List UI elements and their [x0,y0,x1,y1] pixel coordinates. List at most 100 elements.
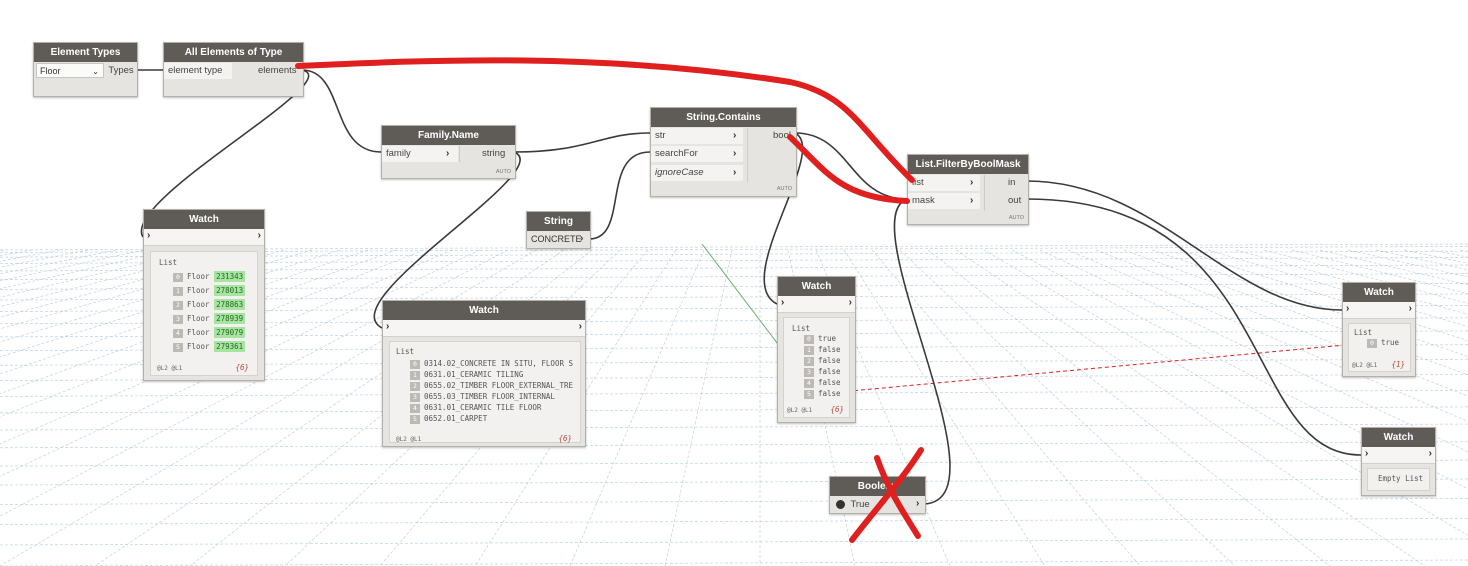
divider [747,128,748,182]
list-item: 5 false [804,387,841,400]
node-title: Watch [778,277,855,296]
port-label: searchFor [655,148,698,159]
chevron-down-icon: ⌄ [92,67,99,76]
port-label: string [482,148,506,159]
element-types-node[interactable]: Element Types Floor ⌄ Types [33,42,138,97]
string-contains-node[interactable]: String.Contains str › searchFor › ignore… [650,107,797,197]
list-item: 3 Floor 278939 [173,312,246,325]
output-port-elements[interactable]: elements [258,63,302,79]
list-levels: @L2 @L1 [157,365,183,372]
item-count: {6} [235,363,249,372]
output-port-types[interactable]: Types [106,63,136,79]
watch-output-panel: List 0 Floor 231343 1 Floor 278013 2 Floor … [150,251,258,376]
arrow-right-icon: › [578,321,582,332]
input-port-searchfor[interactable]: searchFor › [651,146,743,162]
arrow-right-icon: › [1408,303,1412,314]
output-port-bool[interactable]: bool [773,128,795,144]
arrow-right-icon: › [446,148,450,159]
boolean-true-radio[interactable]: True [836,497,896,513]
port-label: mask [912,195,935,206]
element-type-dropdown[interactable]: Floor ⌄ [36,63,104,78]
string-node[interactable]: String CONCRETE › [526,211,591,249]
list-levels: @L2 @L1 [787,407,813,414]
node-title: List.FilterByBoolMask [908,155,1028,174]
arrow-right-icon: › [848,297,852,308]
watch-footer: @L2 @L1 {1} [1352,359,1407,369]
list-filter-by-bool-mask-node[interactable]: List.FilterByBoolMask list › mask › in o… [907,154,1029,225]
divider [984,175,985,211]
port-label: list [912,177,924,188]
lacing-label: AUTO [776,186,792,192]
port-label: str [655,130,666,141]
port-label: family [386,148,411,159]
watch-output-panel: Empty List [1367,468,1430,491]
arrow-right-icon: › [733,148,737,159]
input-port-element-type[interactable]: element type [164,63,232,79]
boolean-node[interactable]: Boolean True › [829,476,926,514]
watch-node-bool-results[interactable]: Watch › › List 0 true 1 false 2 false 3 fals… [777,276,856,423]
node-title: All Elements of Type [164,43,303,62]
watch-port-bar[interactable]: › › [1343,302,1415,319]
node-title: Watch [1362,428,1435,447]
input-port-str[interactable]: str › [651,128,743,144]
output-port-string[interactable]: string [482,146,514,162]
watch-port-bar[interactable]: › › [1362,447,1435,464]
watch-output-panel: List 0 true 1 false 2 false 3 false 4 false 5… [783,317,850,418]
watch-node-family-names[interactable]: Watch › › List 0 0314.02_CONCRETE IN SITU… [382,300,586,447]
node-title: String [527,212,590,231]
input-port-family[interactable]: family › [382,146,458,162]
arrow-right-icon: › [1365,448,1369,459]
arrow-right-icon: › [257,230,261,241]
string-value: CONCRETE [531,234,582,244]
lacing-label: AUTO [495,169,511,175]
arrow-right-icon: › [733,167,737,178]
arrow-right-icon: › [1346,303,1350,314]
lacing-label: AUTO [1008,215,1024,221]
boolean-value: True [850,499,870,510]
watch-footer: @L2 @L1 {6} [396,433,574,443]
port-label: ignoreCase [655,167,704,178]
watch-node-element-ids[interactable]: Watch › › List 0 Floor 231343 1 Floor 2780… [143,209,265,381]
watch-footer: @L2 @L1 {6} [157,362,251,372]
arrow-right-icon: › [970,195,974,206]
node-title: Watch [383,301,585,320]
arrow-right-icon: › [147,230,151,241]
input-port-mask[interactable]: mask › [908,193,980,209]
list-item: 5 Floor 279361 [173,340,246,353]
port-label: in [1008,177,1016,188]
output-port-out[interactable]: out [1008,193,1026,209]
node-title: Family.Name [382,126,515,145]
list-item: 2 Floor 278863 [173,298,246,311]
dropdown-value: Floor [40,66,61,76]
list-header: List [159,258,178,267]
family-name-node[interactable]: Family.Name family › string AUTO [381,125,516,179]
port-label: bool [773,130,791,141]
watch-node-filter-in[interactable]: Watch › › List 0 true @L2 @L1 {1} [1342,282,1416,377]
list-item: 0 Floor 231343 [173,270,246,283]
list-item: 4 Floor 279079 [173,326,246,339]
watch-output-panel: List 0 true @L2 @L1 {1} [1348,323,1411,372]
input-port-ignorecase[interactable]: ignoreCase › [651,165,743,181]
input-port-list[interactable]: list › [908,175,980,191]
list-levels: @L2 @L1 [396,436,422,443]
port-label: element type [168,65,223,76]
arrow-right-icon: › [386,321,390,332]
list-item: 1 Floor 278013 [173,284,246,297]
watch-node-filter-out[interactable]: Watch › › Empty List [1361,427,1436,496]
output-port-in[interactable]: in [1008,175,1026,191]
node-title: Watch [1343,283,1415,302]
watch-output-panel: List 0 0314.02_CONCRETE IN SITU, FLOOR S … [389,341,581,443]
watch-port-bar[interactable]: › › [383,320,585,337]
string-value-field[interactable]: CONCRETE [528,232,582,247]
all-elements-of-type-node[interactable]: All Elements of Type element type elemen… [163,42,304,97]
node-title: String.Contains [651,108,796,127]
arrow-right-icon: › [781,297,785,308]
radio-selected-icon [836,499,845,509]
list-levels: @L2 @L1 [1352,362,1378,369]
arrow-right-icon: › [733,130,737,141]
arrow-right-icon: › [580,233,584,244]
watch-port-bar[interactable]: › › [144,229,264,246]
watch-port-bar[interactable]: › › [778,296,855,313]
node-title: Boolean [830,477,925,496]
arrow-right-icon: › [1428,448,1432,459]
